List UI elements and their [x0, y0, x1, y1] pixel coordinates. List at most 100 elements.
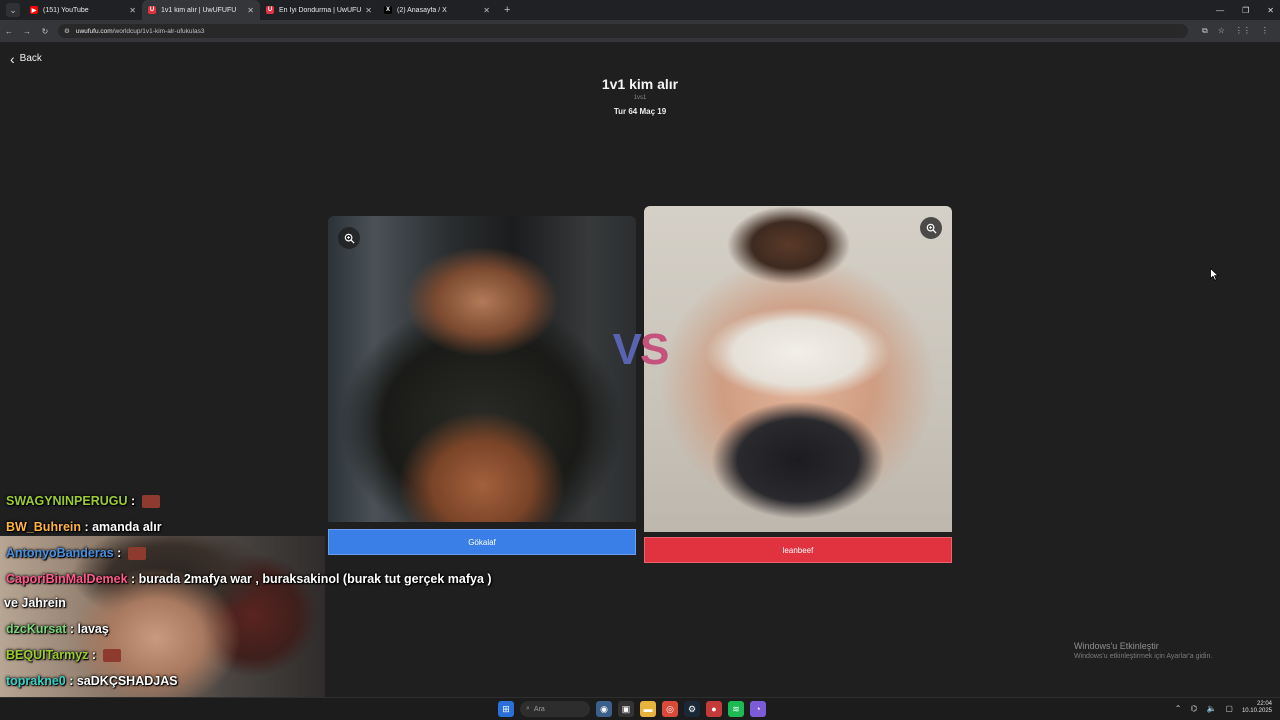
window-controls: — ❐ ✕: [1216, 0, 1274, 20]
app-icon[interactable]: ●: [706, 701, 722, 717]
widgets-icon[interactable]: ◉: [596, 701, 612, 717]
right-choice-button[interactable]: leanbeef: [644, 537, 952, 563]
left-candidate-image[interactable]: [328, 216, 636, 522]
zoom-in-icon[interactable]: [920, 217, 942, 239]
menu-icon[interactable]: ⋮: [1261, 26, 1269, 36]
chat-separator: :: [65, 674, 77, 688]
tab-search-button[interactable]: ⌄: [6, 3, 20, 17]
vs-label: VS: [604, 328, 676, 372]
chat-separator: :: [81, 520, 93, 534]
chat-message: ve Jahrein: [4, 596, 66, 610]
windows-start-icon[interactable]: ⊞: [498, 701, 514, 717]
back-arrow-icon[interactable]: ←: [0, 27, 18, 36]
address-bar-row: ← → ↻ ⚙ uwufufu.com /worldcup/1v1-kim-al…: [0, 20, 1280, 42]
translate-icon[interactable]: ⧉: [1202, 26, 1208, 36]
chat-text: burada 2mafya war , buraksakinol (burak …: [138, 572, 492, 586]
volume-icon[interactable]: 🔈: [1206, 704, 1216, 713]
chat-text: amanda alır: [92, 520, 162, 534]
network-icon[interactable]: ⌬: [1190, 704, 1197, 713]
right-candidate-image[interactable]: [644, 206, 952, 532]
chat-username: dzcKursat: [6, 622, 67, 636]
tab-close-icon[interactable]: ✕: [247, 6, 254, 15]
chat-message: AntonyoBanderas :: [6, 546, 146, 561]
chat-separator: :: [127, 572, 139, 586]
tab-title: En İyi Dondurma | UwUFUFU: [279, 6, 362, 14]
chat-message: SWAGYNINPERUGU :: [6, 494, 160, 509]
taskbar-search-input[interactable]: ⌕ Ara: [520, 701, 590, 717]
system-clock[interactable]: 22:04 10.10.2025: [1242, 701, 1272, 715]
zoom-in-icon[interactable]: [338, 227, 360, 249]
chat-username: CaporiBinMalDemek: [6, 572, 128, 586]
vs-s: S: [640, 325, 669, 374]
clock-date: 10.10.2025: [1241, 708, 1272, 714]
new-tab-button[interactable]: +: [504, 4, 510, 16]
tab-close-icon[interactable]: ✕: [365, 6, 372, 15]
reload-icon[interactable]: ↻: [36, 27, 54, 36]
uwufufu-icon: U: [148, 6, 156, 14]
chat-username: SWAGYNINPERUGU: [6, 494, 128, 508]
windows-activation-title: Windows'u Etkinleştir: [1074, 641, 1159, 651]
tab-strip: ▶ (151) YouTube ✕ U 1v1 kim alır | UwUFUFU ✕ U…: [24, 0, 496, 20]
bookmark-star-icon[interactable]: ☆: [1218, 26, 1225, 36]
chat-message: BEQUITarmyz :: [6, 648, 121, 663]
url-path: /worldcup/1v1-kim-alr-ufukulas3: [112, 27, 205, 35]
chat-message: toprakne0 : saDKÇSHADJAS: [6, 674, 178, 688]
browser-tab[interactable]: X (2) Anasayfa / X ✕: [378, 0, 496, 20]
browser-tab[interactable]: ▶ (151) YouTube ✕: [24, 0, 142, 20]
page-subtitle: 1vs1: [633, 95, 647, 101]
forward-arrow-icon[interactable]: →: [18, 27, 36, 36]
minimize-button[interactable]: —: [1216, 6, 1224, 15]
chat-username: BW_Buhrein: [6, 520, 81, 534]
file-explorer-icon[interactable]: ▬: [640, 701, 656, 717]
chat-message: BW_Buhrein : amanda alır: [6, 520, 162, 534]
chat-username: BEQUITarmyz: [6, 648, 89, 662]
tab-title: (2) Anasayfa / X: [397, 6, 447, 14]
chat-separator: :: [127, 494, 139, 508]
chat-username: toprakne0: [6, 674, 66, 688]
tab-title: 1v1 kim alır | UwUFUFU: [161, 6, 237, 14]
chevron-left-icon: ‹: [10, 50, 15, 67]
task-view-icon[interactable]: ▣: [618, 701, 634, 717]
chat-emote-icon: [127, 547, 146, 561]
notification-icon[interactable]: ▢: [1225, 704, 1233, 713]
chat-message: CaporiBinMalDemek : burada 2mafya war , …: [6, 572, 492, 586]
close-window-button[interactable]: ✕: [1267, 6, 1274, 15]
chat-text: saDKÇSHADJAS: [76, 674, 178, 688]
x-icon: X: [384, 6, 392, 14]
steam-icon[interactable]: ⚙: [684, 701, 700, 717]
extensions-icon[interactable]: ⋮⋮: [1235, 26, 1251, 36]
back-button[interactable]: ‹ Back: [10, 50, 42, 67]
mouse-cursor-icon: [1210, 268, 1219, 281]
chat-username: AntonyoBanderas: [6, 546, 114, 560]
tab-close-icon[interactable]: ✕: [483, 6, 490, 15]
chat-text: lavaş: [77, 622, 109, 636]
url-input[interactable]: ⚙ uwufufu.com /worldcup/1v1-kim-alr-ufuk…: [58, 24, 1188, 38]
browser-tab[interactable]: U En İyi Dondurma | UwUFUFU✕: [260, 0, 378, 20]
tab-close-icon[interactable]: ✕: [129, 6, 136, 15]
browser-tab[interactable]: U 1v1 kim alır | UwUFUFU ✕: [142, 0, 260, 20]
chrome-icon[interactable]: ◎: [662, 701, 678, 717]
chat-separator: :: [88, 648, 100, 662]
restore-button[interactable]: ❐: [1242, 6, 1249, 15]
tab-title: (151) YouTube: [43, 6, 89, 14]
back-label: Back: [19, 53, 42, 64]
left-choice-button[interactable]: Gökalaf: [328, 529, 636, 555]
search-icon: ⌕: [526, 705, 530, 712]
url-host: uwufufu.com: [75, 27, 113, 35]
chat-message: dzcKursat : lavaş: [6, 622, 109, 636]
spotify-icon[interactable]: ≋: [728, 701, 744, 717]
site-info-icon[interactable]: ⚙: [64, 27, 70, 35]
taskbar-search-placeholder: Ara: [533, 705, 545, 713]
windows-activation-subtitle: Windows'u etkinleştirmek için Ayarlar'a …: [1074, 653, 1213, 660]
chat-emote-icon: [102, 649, 121, 663]
tray-chevron-up-icon[interactable]: ⌃: [1175, 704, 1182, 713]
chat-text: ve Jahrein: [4, 596, 66, 610]
round-info: Tur 64 Maç 19: [613, 107, 667, 116]
chat-emote-icon: [141, 495, 160, 509]
clock-time: 22:04: [1256, 701, 1272, 707]
chat-separator: :: [113, 546, 125, 560]
windows-taskbar: ⊞ ⌕ Ara ◉ ▣ ▬ ◎ ⚙ ● ≋ ◔ ⌃ ⌬ 🔈 ▢ 22:04 10…: [0, 697, 1280, 720]
discord-icon[interactable]: ◔: [750, 701, 766, 717]
page-title: 1v1 kim alır: [601, 76, 679, 92]
browser-tab-bar: ⌄ ▶ (151) YouTube ✕ U 1v1 kim alır | UwUFUFU…: [0, 0, 1280, 20]
